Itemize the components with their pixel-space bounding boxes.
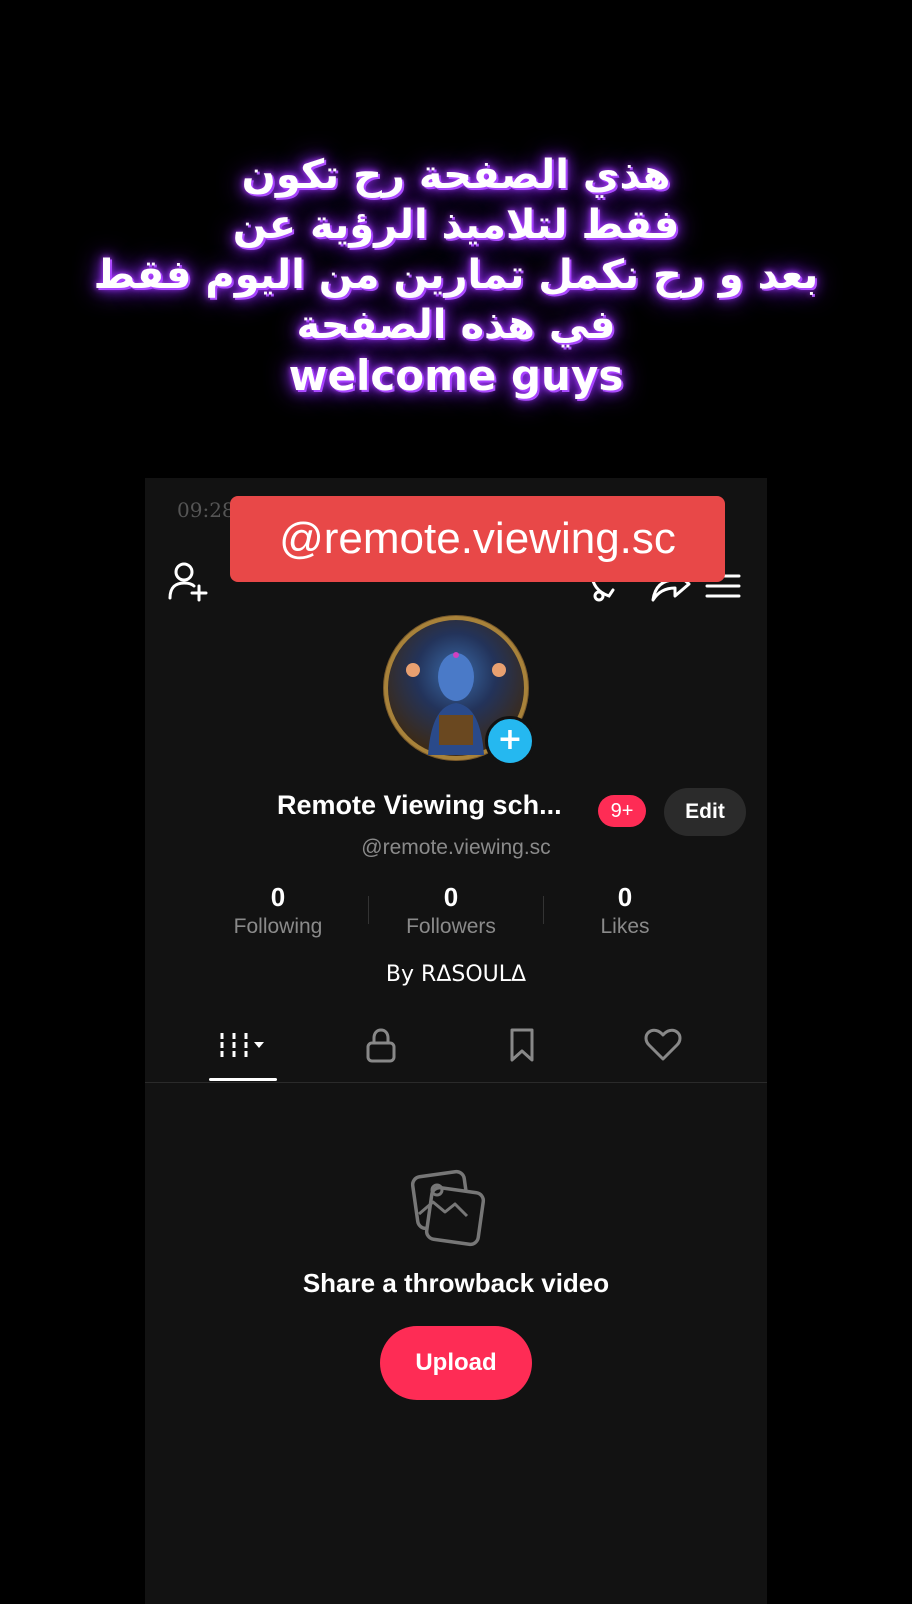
tab-saved[interactable] — [487, 1020, 557, 1070]
upload-button[interactable]: Upload — [380, 1326, 532, 1400]
caption-line-4: في هذه الصفحة — [296, 302, 616, 348]
photos-icon — [410, 1169, 486, 1247]
tab-liked[interactable] — [628, 1020, 698, 1070]
caption-line-5: welcome guys — [288, 351, 624, 400]
stat-value: 0 — [443, 882, 459, 912]
stat-divider — [543, 896, 544, 924]
tab-divider — [145, 1082, 767, 1083]
stat-value: 0 — [617, 882, 633, 912]
empty-state-message: Share a throwback video — [302, 1268, 610, 1298]
stat-value: 0 — [270, 882, 286, 912]
tab-private[interactable] — [346, 1020, 416, 1070]
lock-icon — [366, 1028, 396, 1063]
heart-icon — [644, 1028, 682, 1061]
add-user-icon[interactable] — [167, 560, 209, 602]
caption-line-3: بعد و رح نكمل تمارين من اليوم فقط — [93, 252, 819, 298]
notification-badge[interactable]: 9+ — [598, 795, 646, 827]
username-banner: @remote.viewing.sc — [230, 496, 725, 582]
stat-label: Following — [233, 915, 323, 938]
user-handle: @remote.viewing.sc — [361, 836, 551, 859]
stat-following[interactable]: 0 Following — [198, 882, 358, 939]
caption-line-1: هذي الصفحة رح تكون — [241, 152, 671, 198]
stat-divider — [368, 896, 369, 924]
add-story-button[interactable]: + — [485, 716, 535, 766]
stat-followers[interactable]: 0 Followers — [371, 882, 531, 939]
bio-text: By RΔSOULΔ — [385, 962, 527, 987]
stat-label: Likes — [600, 915, 650, 938]
status-time: 09:28 — [177, 498, 235, 522]
bookmark-icon — [510, 1028, 534, 1062]
grid-icon — [220, 1033, 264, 1057]
stat-likes[interactable]: 0 Likes — [545, 882, 705, 939]
profile-screen: 09:28 @remote.viewing.sc + Remote Viewin… — [145, 478, 767, 1604]
caption-line-2: فقط لتلاميذ الرؤية عن — [232, 202, 680, 248]
edit-profile-button[interactable]: Edit — [664, 788, 746, 836]
overlay-caption: هذي الصفحة رح تكون فقط لتلاميذ الرؤية عن… — [0, 150, 912, 403]
active-tab-indicator — [209, 1078, 277, 1081]
display-name: Remote Viewing sch... — [277, 790, 562, 820]
stat-label: Followers — [406, 915, 496, 938]
tab-videos[interactable] — [208, 1020, 278, 1070]
